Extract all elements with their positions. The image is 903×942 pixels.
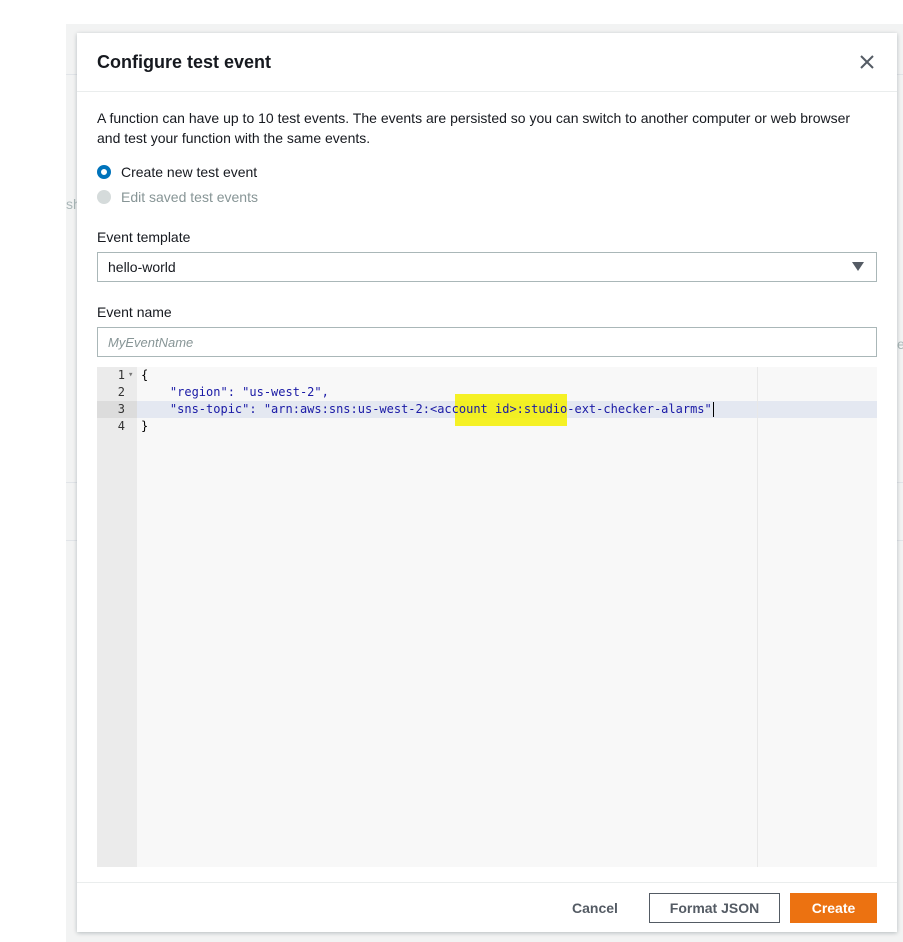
cancel-button[interactable]: Cancel <box>561 893 629 923</box>
event-template-value: hello-world <box>108 259 176 275</box>
event-template-label: Event template <box>97 229 191 245</box>
radio-edit-saved-test-events[interactable]: Edit saved test events <box>97 187 258 207</box>
event-name-input[interactable] <box>97 327 877 357</box>
code-line: } <box>141 419 149 433</box>
modal-title: Configure test event <box>97 52 272 72</box>
radio-selected-icon[interactable] <box>97 165 111 179</box>
text-cursor <box>712 402 714 417</box>
radio-label: Edit saved test events <box>121 189 258 205</box>
line-number: 4 <box>117 419 125 433</box>
code-line: { <box>141 368 149 382</box>
close-icon[interactable] <box>855 50 879 74</box>
configure-test-event-modal: Configure test event A function can have… <box>77 33 897 932</box>
modal-description: A function can have up to 10 test events… <box>97 110 851 146</box>
print-margin <box>757 367 758 867</box>
editor-gutter <box>97 367 137 867</box>
radio-disabled-icon[interactable] <box>97 190 111 204</box>
code-line-text: "sns-topic": "arn:aws:sns:us-west-2:<acc… <box>141 402 712 416</box>
modal-footer: Cancel Format JSON Create <box>77 882 897 933</box>
event-template-select[interactable]: hello-world <box>97 252 877 282</box>
caret-down-icon <box>852 262 864 271</box>
code-line: "region": "us-west-2", <box>141 385 329 399</box>
format-json-button[interactable]: Format JSON <box>649 893 780 923</box>
radio-create-new-test-event[interactable]: Create new test event <box>97 162 257 182</box>
radio-label: Create new test event <box>121 164 258 180</box>
line-number: 1 <box>117 368 125 382</box>
modal-header: Configure test event <box>77 33 897 92</box>
code-line-active: "sns-topic": "arn:aws:sns:us-west-2:<acc… <box>141 401 714 418</box>
line-number: 2 <box>117 385 125 399</box>
event-name-label: Event name <box>97 304 172 320</box>
json-code-editor[interactable]: 1 ▾ 2 3 4 { "region": "us-west-2", "sns-… <box>97 367 877 867</box>
fold-arrow-icon[interactable]: ▾ <box>128 367 133 384</box>
background-text-fragment: e <box>897 336 903 352</box>
create-button[interactable]: Create <box>790 893 877 923</box>
line-number: 3 <box>117 402 125 416</box>
